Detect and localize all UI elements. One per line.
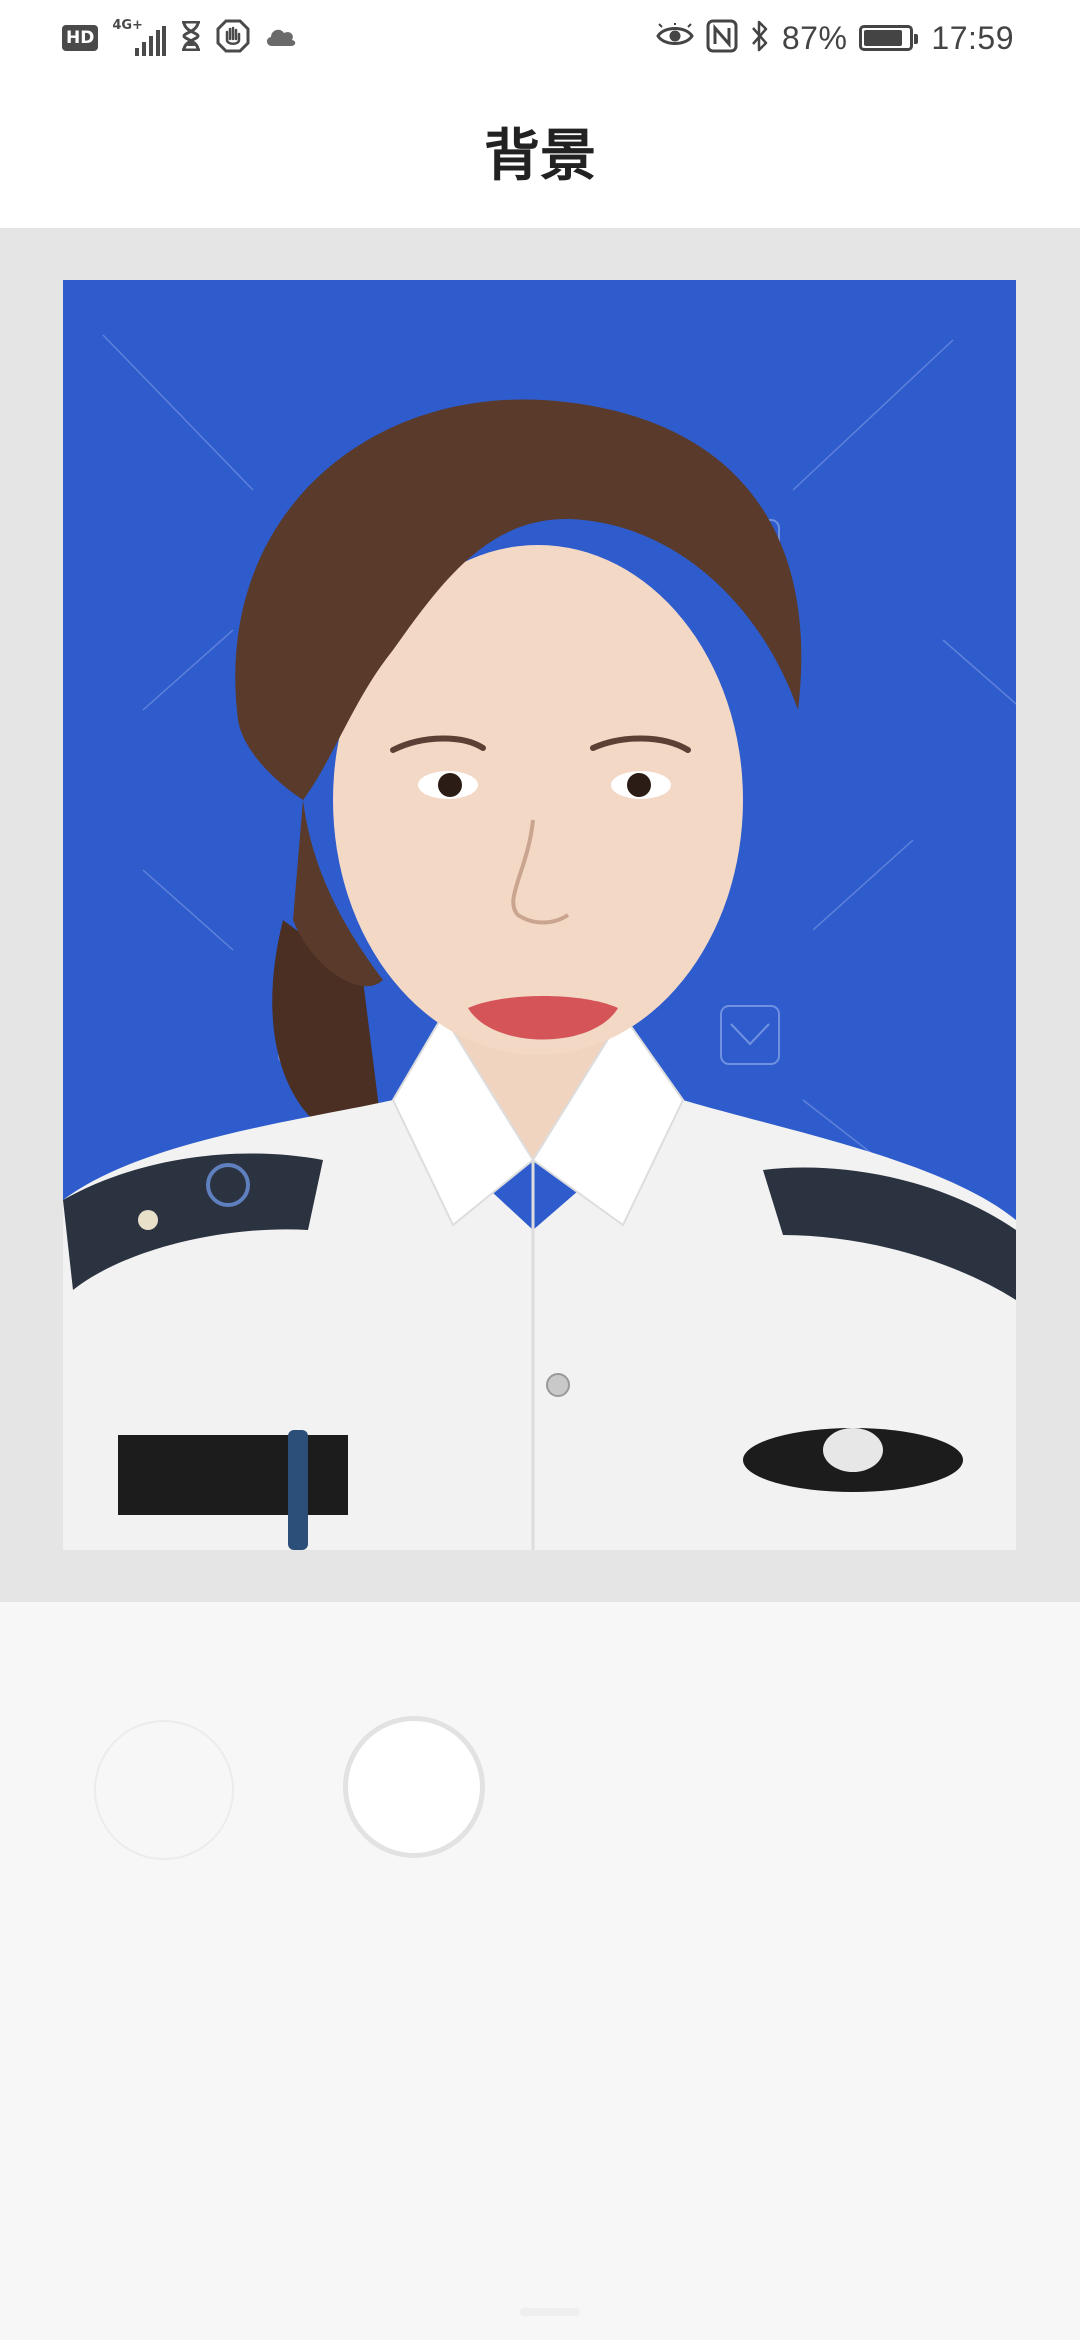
cloud-icon <box>264 24 298 52</box>
portrait-image <box>63 334 1016 1550</box>
eye-icon <box>656 22 694 53</box>
photo-preview-area <box>0 228 1080 1602</box>
clock: 17:59 <box>931 19 1014 56</box>
background-color-panel <box>0 1602 1080 2340</box>
page-title: 背景 <box>484 123 596 189</box>
battery-icon <box>859 25 919 51</box>
header: 背景 <box>0 74 1080 228</box>
hd-icon: HD <box>62 25 99 51</box>
nfc-icon <box>706 19 738 57</box>
hand-stop-icon <box>216 19 250 57</box>
hourglass-icon <box>180 20 202 55</box>
home-indicator <box>520 2308 580 2316</box>
background-option-1[interactable] <box>94 1720 234 1860</box>
signal-4g-icon: 4G+ <box>112 18 167 56</box>
id-photo-preview[interactable] <box>63 280 1016 1550</box>
background-option-2[interactable] <box>343 1716 485 1858</box>
battery-percent: 87% <box>781 19 848 56</box>
status-right-icons: 87% 17:59 <box>656 16 1014 60</box>
status-left-icons: HD 4G+ <box>62 18 298 57</box>
battery-level-fill <box>864 30 903 46</box>
app-screen: HD 4G+ 87% 17:59 背景 <box>0 0 1080 2340</box>
bluetooth-icon <box>750 19 770 57</box>
status-bar: HD 4G+ 87% 17:59 <box>0 0 1080 74</box>
